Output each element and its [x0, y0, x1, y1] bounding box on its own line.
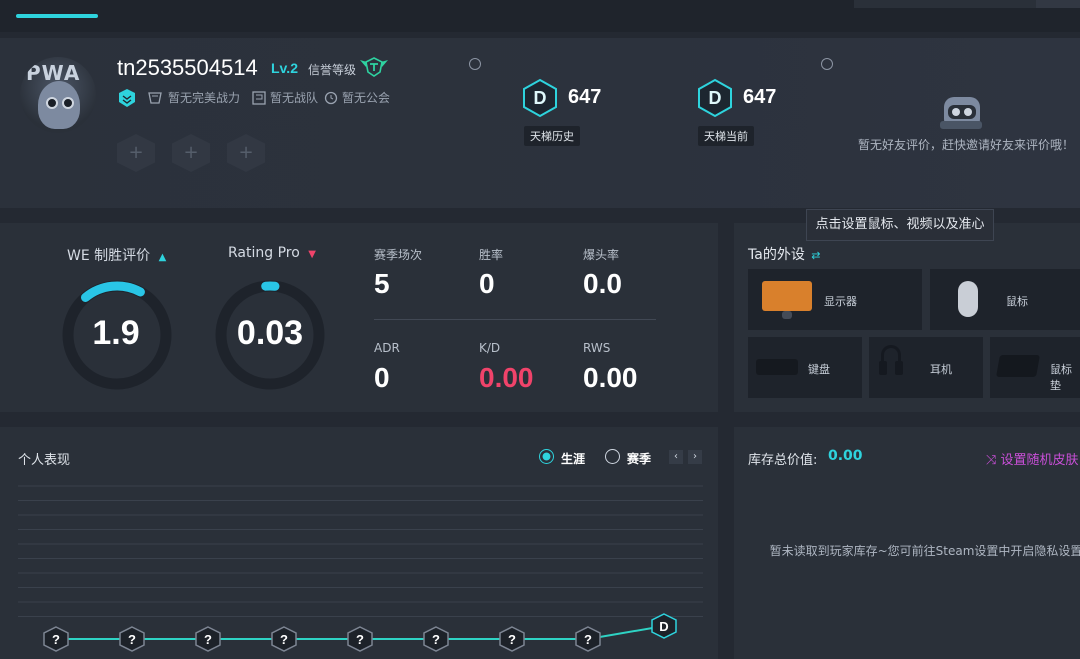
we-rating-value: 1.9: [92, 314, 140, 352]
rating-pro-value: 0.03: [236, 314, 304, 352]
career-radio[interactable]: [539, 449, 554, 464]
trend-up-icon: ▲: [158, 252, 167, 263]
ladder-current-label: 天梯当前: [698, 126, 754, 146]
stat-label: 胜率: [479, 248, 504, 262]
power-badge: 暂无完美战力: [146, 89, 240, 106]
mascot-eye-icon: [46, 97, 58, 109]
season-radio[interactable]: [605, 449, 620, 464]
monitor-icon: [762, 281, 812, 311]
ladder-history-label: 天梯历史: [524, 126, 580, 146]
credit-level-label: 信誉等级: [308, 63, 357, 77]
chart-gridlines: [18, 485, 703, 617]
stat-label: RWS: [583, 341, 611, 355]
monitor-stand-icon: [782, 311, 792, 319]
performance-title: 个人表现: [18, 453, 71, 468]
gear-label: 键盘: [808, 363, 830, 376]
ladder-current-rank-letter: D: [709, 88, 722, 108]
rank-marker-letter: ?: [52, 632, 60, 647]
inventory-total-value: 0.00: [828, 448, 863, 464]
gear-label: 显示器: [824, 295, 857, 308]
username: tn2535504514: [117, 55, 258, 80]
settings-tooltip: 点击设置鼠标、视频以及准心: [806, 209, 994, 241]
power-badge-label: 暂无完美战力: [168, 91, 241, 105]
ladder-current-value: 647: [743, 86, 777, 108]
gear-card-keyboard[interactable]: 键盘: [748, 337, 862, 398]
rank-shield-icon: [119, 89, 135, 107]
level-badge: Lv.2: [271, 60, 298, 76]
mascot-eye-icon: [62, 97, 74, 109]
rank-marker-letter: ?: [204, 632, 212, 647]
random-skin-label: 设置随机皮肤: [1000, 453, 1079, 468]
stat-label: 赛季场次: [374, 248, 423, 262]
stats-divider: [374, 319, 656, 320]
settings-icon[interactable]: [469, 58, 481, 70]
trend-down-icon: ▼: [308, 249, 316, 260]
season-radio-label[interactable]: 赛季: [627, 450, 651, 467]
chevron-left-icon[interactable]: ‹: [669, 450, 683, 464]
settings-icon[interactable]: [821, 58, 833, 70]
stat-value: 0: [479, 268, 495, 299]
stat-label: 爆头率: [583, 248, 620, 262]
guild-badge-label: 暂无公会: [342, 91, 391, 105]
shuffle-icon[interactable]: ⇄: [811, 249, 820, 262]
rank-marker-letter: ?: [356, 632, 364, 647]
top-right-strip-end: [1036, 0, 1080, 8]
stat-label: ADR: [374, 341, 400, 355]
stat-value: 0.0: [583, 268, 622, 299]
stat-label: K/D: [479, 341, 501, 355]
headset-earcup-icon: [895, 361, 903, 375]
inventory-empty-text: 暂未读取到玩家库存~您可前往Steam设置中开启隐私设置: [769, 544, 1080, 558]
rank-marker-letter: ?: [128, 632, 136, 647]
friend-mascot-icon: [940, 97, 982, 129]
gear-title-label: Ta的外设: [748, 247, 805, 263]
inventory-total-label: 库存总价值:: [748, 453, 818, 468]
gear-label: 耳机: [930, 363, 952, 376]
stat-value: 0.00: [479, 362, 534, 393]
team-badge: 暂无战队: [252, 89, 318, 106]
gear-card-mousepad[interactable]: 鼠标垫: [990, 337, 1080, 398]
ladder-current-rank-icon: D: [698, 78, 732, 118]
team-badge-label: 暂无战队: [270, 91, 319, 105]
random-skin-button[interactable]: ⤨ 设置随机皮肤: [986, 449, 1079, 468]
credit-shield-icon[interactable]: [358, 56, 390, 78]
guild-badge: 暂无公会: [324, 89, 390, 106]
ladder-history-rank-letter: D: [534, 88, 547, 108]
stat-value: 5: [374, 268, 390, 299]
ladder-history-rank-icon: D: [523, 78, 557, 118]
stat-value: 0: [374, 362, 390, 393]
rating-pro-title: Rating Pro ▼: [228, 245, 316, 261]
career-radio-label[interactable]: 生涯: [561, 450, 585, 467]
active-tab-indicator: [16, 14, 98, 18]
keyboard-icon: [756, 359, 798, 375]
ladder-history-value: 647: [568, 86, 602, 108]
rank-marker-letter: ?: [508, 632, 516, 647]
headset-earcup-icon: [879, 361, 887, 375]
rank-marker-letter: D: [659, 619, 668, 634]
performance-chart: ??????? ? D: [18, 485, 703, 652]
rating-pro-label: Rating Pro: [228, 245, 300, 261]
rank-marker-letter: ?: [280, 632, 288, 647]
clock-icon: [324, 91, 338, 104]
gear-card-monitor[interactable]: 显示器: [748, 269, 922, 330]
gear-card-headset[interactable]: 耳机: [869, 337, 983, 398]
gear-label: 鼠标: [1006, 295, 1028, 308]
chevron-right-icon[interactable]: ›: [688, 450, 702, 464]
mousepad-icon: [996, 355, 1040, 377]
avatar[interactable]: PWA: [20, 57, 96, 133]
tablet-icon: [148, 91, 162, 104]
shuffle-icon: ⤨: [986, 453, 997, 468]
friend-review-empty-text: 暂无好友评价，赶快邀请好友来评价哦！: [858, 138, 1075, 152]
stat-value: 0.00: [583, 362, 638, 393]
rank-marker-letter: ?: [584, 632, 592, 647]
we-rating-label: WE 制胜评价: [67, 248, 151, 264]
we-rating-title: WE 制胜评价 ▲: [67, 245, 166, 265]
rank-marker-letter: ?: [432, 632, 440, 647]
flag-icon: [252, 90, 266, 105]
chart-markers: ??????? ? D: [43, 613, 677, 652]
mouse-icon: [958, 281, 978, 317]
gear-card-mouse[interactable]: 鼠标: [930, 269, 1080, 330]
gear-label: 鼠标垫: [1050, 363, 1072, 392]
mascot-icon: [38, 81, 80, 129]
gear-title: Ta的外设 ⇄: [748, 244, 821, 264]
